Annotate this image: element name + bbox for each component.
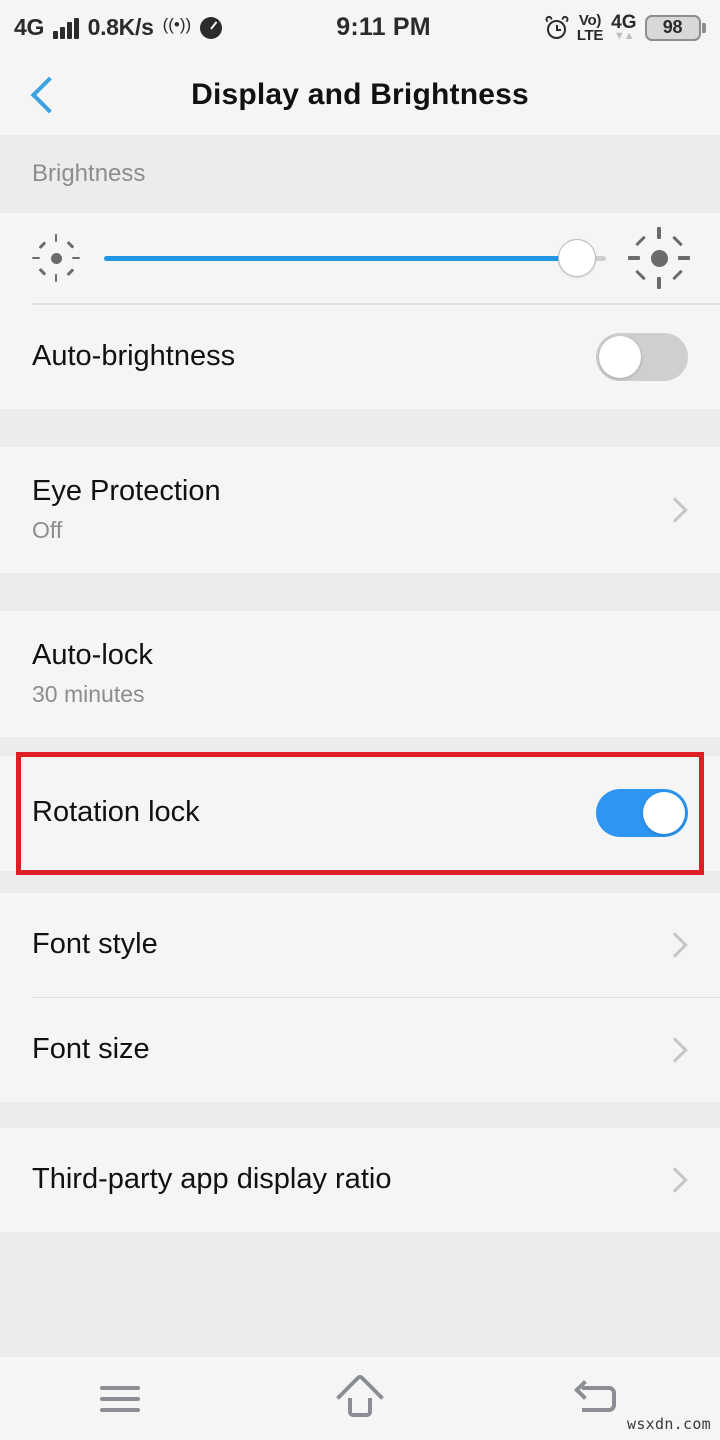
eye-protection-value: Off: [32, 516, 63, 543]
rotation-lock-label: Rotation lock: [32, 796, 200, 829]
volte-bottom-label: LTE: [576, 26, 604, 44]
alarm-clock-icon: [544, 14, 570, 40]
row-auto-lock[interactable]: Auto-lock 30 minutes: [0, 611, 720, 737]
hotspot-icon: ((•)): [162, 15, 192, 34]
eye-protection-label: Eye Protection: [32, 475, 221, 508]
row-font-style[interactable]: Font style: [0, 893, 720, 997]
rotation-lock-toggle[interactable]: [596, 789, 688, 837]
watermark: wsxdn.com: [627, 1415, 711, 1433]
sun-large-icon: [628, 227, 690, 289]
auto-brightness-label: Auto-brightness: [32, 339, 236, 372]
eye-protection-card: Eye Protection Off: [0, 446, 720, 573]
auto-brightness-toggle[interactable]: [596, 332, 688, 381]
chevron-right-icon: [662, 496, 688, 523]
menu-icon: [100, 1385, 140, 1412]
status-bar-left: 4G 0.8K/s ((•)): [14, 14, 223, 40]
back-button[interactable]: [0, 55, 90, 135]
status-bar: 4G 0.8K/s ((•)) 9:11 PM Vo) LTE 4G ▼▲ 98: [0, 0, 720, 55]
row-font-size[interactable]: Font size: [0, 998, 720, 1102]
volte-icon: Vo) LTE: [576, 11, 604, 44]
slider-fill: [104, 255, 566, 261]
auto-lock-card: Auto-lock 30 minutes: [0, 610, 720, 737]
sim-network-icon: 4G ▼▲: [611, 13, 636, 42]
section-gap: [0, 1102, 720, 1128]
row-rotation-lock[interactable]: Rotation lock: [0, 756, 720, 871]
chevron-right-icon: [662, 1037, 688, 1063]
status-bar-right: Vo) LTE 4G ▼▲ 98: [544, 11, 706, 44]
battery-level-label: 98: [662, 17, 683, 37]
page-title: Display and Brightness: [191, 78, 529, 111]
home-button[interactable]: [240, 1357, 480, 1440]
brightness-section-header: Brightness: [0, 135, 720, 213]
chevron-right-icon: [662, 931, 688, 958]
third-party-ratio-card: Third-party app display ratio: [0, 1128, 720, 1232]
auto-lock-label: Auto-lock: [32, 639, 153, 672]
font-style-label: Font style: [32, 927, 158, 960]
home-icon: [335, 1372, 385, 1421]
row-auto-brightness[interactable]: Auto-brightness: [0, 305, 720, 409]
chevron-right-icon: [662, 1167, 688, 1193]
brightness-slider-row[interactable]: [0, 213, 720, 303]
navigation-bar: [0, 1357, 720, 1440]
network-type-label: 4G: [14, 14, 45, 40]
back-chevron-icon: [30, 76, 68, 114]
signal-bars-icon: [53, 17, 79, 39]
section-gap: [0, 408, 720, 447]
rotation-lock-card: Rotation lock: [0, 755, 720, 871]
recents-button[interactable]: [0, 1357, 240, 1440]
brightness-slider[interactable]: [104, 238, 606, 278]
row-third-party-ratio[interactable]: Third-party app display ratio: [0, 1128, 720, 1232]
battery-icon: 98: [644, 14, 706, 41]
data-activity-arrows-icon: ▼▲: [613, 30, 635, 42]
auto-lock-value: 30 minutes: [32, 680, 145, 707]
section-gap: [0, 572, 720, 611]
brightness-slider-card: Auto-brightness: [0, 213, 720, 409]
font-card: Font style Font size: [0, 892, 720, 1102]
volte-top-label: Vo): [578, 11, 602, 29]
section-gap: [0, 870, 720, 893]
back-arrow-icon: [574, 1379, 624, 1418]
speed-dial-icon: [200, 16, 223, 39]
phone-screen: 4G 0.8K/s ((•)) 9:11 PM Vo) LTE 4G ▼▲ 98: [0, 0, 720, 1440]
brightness-section: Brightness Auto-brightness Eye Protectio…: [0, 135, 720, 1232]
font-size-label: Font size: [32, 1033, 150, 1066]
slider-thumb[interactable]: [557, 239, 596, 277]
status-bar-center: 9:11 PM: [222, 13, 545, 42]
sun-small-icon: [30, 232, 82, 284]
third-party-ratio-label: Third-party app display ratio: [32, 1163, 392, 1196]
section-gap: [0, 736, 720, 756]
row-eye-protection[interactable]: Eye Protection Off: [0, 447, 720, 573]
app-bar: Display and Brightness: [0, 55, 720, 135]
data-speed-label: 0.8K/s: [87, 14, 154, 40]
clock-label: 9:11 PM: [336, 13, 431, 41]
